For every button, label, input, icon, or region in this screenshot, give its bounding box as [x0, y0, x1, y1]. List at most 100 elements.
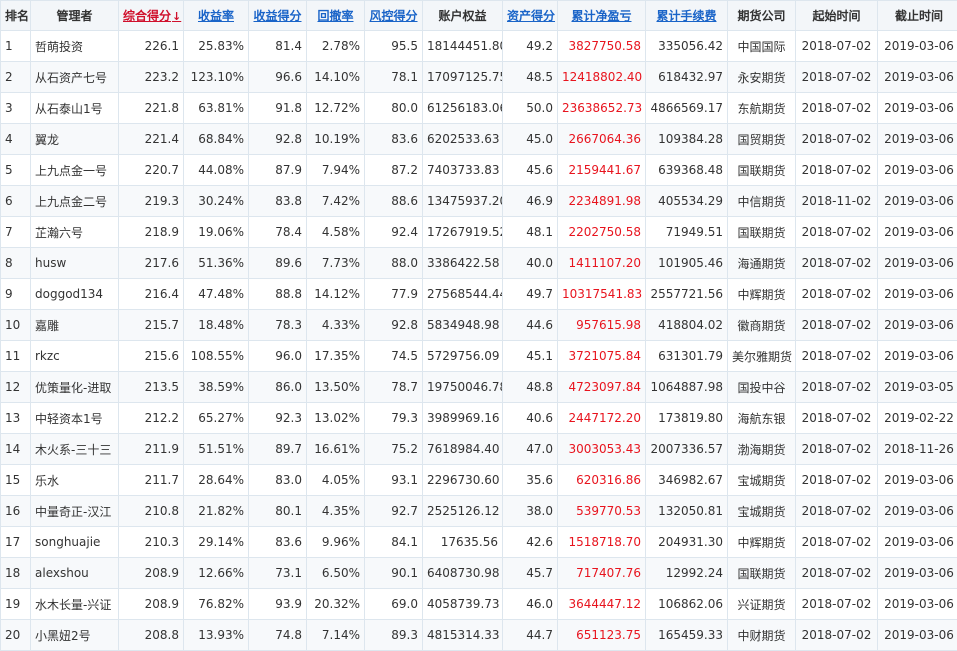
cell-asset_score: 46.0 — [503, 589, 558, 620]
cell-return_rate: 44.08% — [184, 155, 249, 186]
cell-manager: 乐水 — [31, 465, 119, 496]
cell-net_pnl: 2159441.67 — [558, 155, 646, 186]
cell-score: 208.9 — [119, 589, 184, 620]
cell-broker: 宝城期货 — [728, 496, 796, 527]
sort-desc-icon[interactable]: ↓ — [172, 10, 181, 23]
cell-net_pnl: 23638652.73 — [558, 93, 646, 124]
table-row: 1哲萌投资226.125.83%81.42.78%95.518144451.80… — [1, 31, 957, 62]
cell-rank: 17 — [1, 527, 31, 558]
cell-end: 2019-03-06 — [878, 93, 957, 124]
cell-fees: 71949.51 — [646, 217, 728, 248]
cell-risk_score: 95.5 — [365, 31, 423, 62]
cell-fees: 132050.81 — [646, 496, 728, 527]
cell-broker: 国联期货 — [728, 558, 796, 589]
cell-drawdown: 20.32% — [307, 589, 365, 620]
cell-return_rate: 123.10% — [184, 62, 249, 93]
column-header-label: 期货公司 — [737, 9, 785, 23]
cell-fees: 1064887.98 — [646, 372, 728, 403]
cell-equity: 3989969.16 — [423, 403, 503, 434]
cell-fees: 346982.67 — [646, 465, 728, 496]
cell-score: 218.9 — [119, 217, 184, 248]
cell-manager: 从石泰山1号 — [31, 93, 119, 124]
cell-manager: songhuajie — [31, 527, 119, 558]
cell-equity: 19750046.78 — [423, 372, 503, 403]
table-row: 13中轻资本1号212.265.27%92.313.02%79.33989969… — [1, 403, 957, 434]
cell-broker: 国联期货 — [728, 217, 796, 248]
cell-rank: 11 — [1, 341, 31, 372]
cell-broker: 国贸期货 — [728, 124, 796, 155]
cell-start: 2018-07-02 — [796, 217, 878, 248]
cell-fees: 4866569.17 — [646, 93, 728, 124]
cell-fees: 12992.24 — [646, 558, 728, 589]
cell-score: 211.7 — [119, 465, 184, 496]
column-header-fees[interactable]: 累计手续费 — [646, 1, 728, 31]
cell-net_pnl: 651123.75 — [558, 620, 646, 651]
column-header-label[interactable]: 收益率 — [198, 9, 234, 23]
cell-return_score: 83.0 — [249, 465, 307, 496]
cell-broker: 兴证期货 — [728, 589, 796, 620]
column-header-label: 排名 — [5, 9, 29, 23]
cell-drawdown: 7.42% — [307, 186, 365, 217]
cell-score: 211.9 — [119, 434, 184, 465]
cell-net_pnl: 2667064.36 — [558, 124, 646, 155]
cell-manager: 翼龙 — [31, 124, 119, 155]
cell-drawdown: 12.72% — [307, 93, 365, 124]
cell-start: 2018-07-02 — [796, 279, 878, 310]
cell-return_score: 89.7 — [249, 434, 307, 465]
cell-risk_score: 89.3 — [365, 620, 423, 651]
column-header-label[interactable]: 累计手续费 — [656, 9, 716, 23]
column-header-score[interactable]: 综合得分↓ — [119, 1, 184, 31]
column-header-asset_score[interactable]: 资产得分 — [503, 1, 558, 31]
table-row: 5上九点金一号220.744.08%87.97.94%87.27403733.8… — [1, 155, 957, 186]
table-row: 6上九点金二号219.330.24%83.87.42%88.613475937.… — [1, 186, 957, 217]
cell-score: 215.7 — [119, 310, 184, 341]
column-header-return_rate[interactable]: 收益率 — [184, 1, 249, 31]
table-row: 11rkzc215.6108.55%96.017.35%74.55729756.… — [1, 341, 957, 372]
cell-rank: 15 — [1, 465, 31, 496]
column-header-net_pnl[interactable]: 累计净盈亏 — [558, 1, 646, 31]
column-header-label[interactable]: 累计净盈亏 — [571, 9, 631, 23]
cell-net_pnl: 3827750.58 — [558, 31, 646, 62]
cell-manager: 嘉雕 — [31, 310, 119, 341]
cell-return_rate: 21.82% — [184, 496, 249, 527]
cell-risk_score: 92.7 — [365, 496, 423, 527]
column-header-label[interactable]: 风控得分 — [369, 9, 417, 23]
cell-score: 216.4 — [119, 279, 184, 310]
table-row: 16中量奇正-汉江210.821.82%80.14.35%92.72525126… — [1, 496, 957, 527]
cell-return_score: 86.0 — [249, 372, 307, 403]
cell-return_rate: 18.48% — [184, 310, 249, 341]
cell-score: 226.1 — [119, 31, 184, 62]
column-header-label[interactable]: 回撤率 — [317, 9, 353, 23]
cell-manager: alexshou — [31, 558, 119, 589]
cell-fees: 639368.48 — [646, 155, 728, 186]
cell-rank: 19 — [1, 589, 31, 620]
cell-asset_score: 45.1 — [503, 341, 558, 372]
cell-score: 217.6 — [119, 248, 184, 279]
column-header-label[interactable]: 收益得分 — [253, 9, 301, 23]
cell-rank: 12 — [1, 372, 31, 403]
column-header-risk_score[interactable]: 风控得分 — [365, 1, 423, 31]
table-row: 10嘉雕215.718.48%78.34.33%92.85834948.9844… — [1, 310, 957, 341]
cell-net_pnl: 10317541.83 — [558, 279, 646, 310]
cell-manager: 中量奇正-汉江 — [31, 496, 119, 527]
cell-equity: 13475937.20 — [423, 186, 503, 217]
cell-end: 2019-03-06 — [878, 217, 957, 248]
cell-end: 2019-03-06 — [878, 310, 957, 341]
cell-net_pnl: 957615.98 — [558, 310, 646, 341]
cell-net_pnl: 717407.76 — [558, 558, 646, 589]
cell-asset_score: 46.9 — [503, 186, 558, 217]
cell-risk_score: 92.8 — [365, 310, 423, 341]
cell-start: 2018-07-02 — [796, 31, 878, 62]
cell-end: 2019-03-06 — [878, 465, 957, 496]
cell-fees: 109384.28 — [646, 124, 728, 155]
cell-start: 2018-11-02 — [796, 186, 878, 217]
column-header-drawdown[interactable]: 回撤率 — [307, 1, 365, 31]
column-header-return_score[interactable]: 收益得分 — [249, 1, 307, 31]
cell-equity: 17097125.75 — [423, 62, 503, 93]
cell-end: 2019-03-06 — [878, 496, 957, 527]
column-header-label[interactable]: 综合得分 — [123, 9, 171, 23]
column-header-label[interactable]: 资产得分 — [507, 9, 555, 23]
cell-start: 2018-07-02 — [796, 434, 878, 465]
cell-start: 2018-07-02 — [796, 248, 878, 279]
cell-equity: 17635.56 — [423, 527, 503, 558]
